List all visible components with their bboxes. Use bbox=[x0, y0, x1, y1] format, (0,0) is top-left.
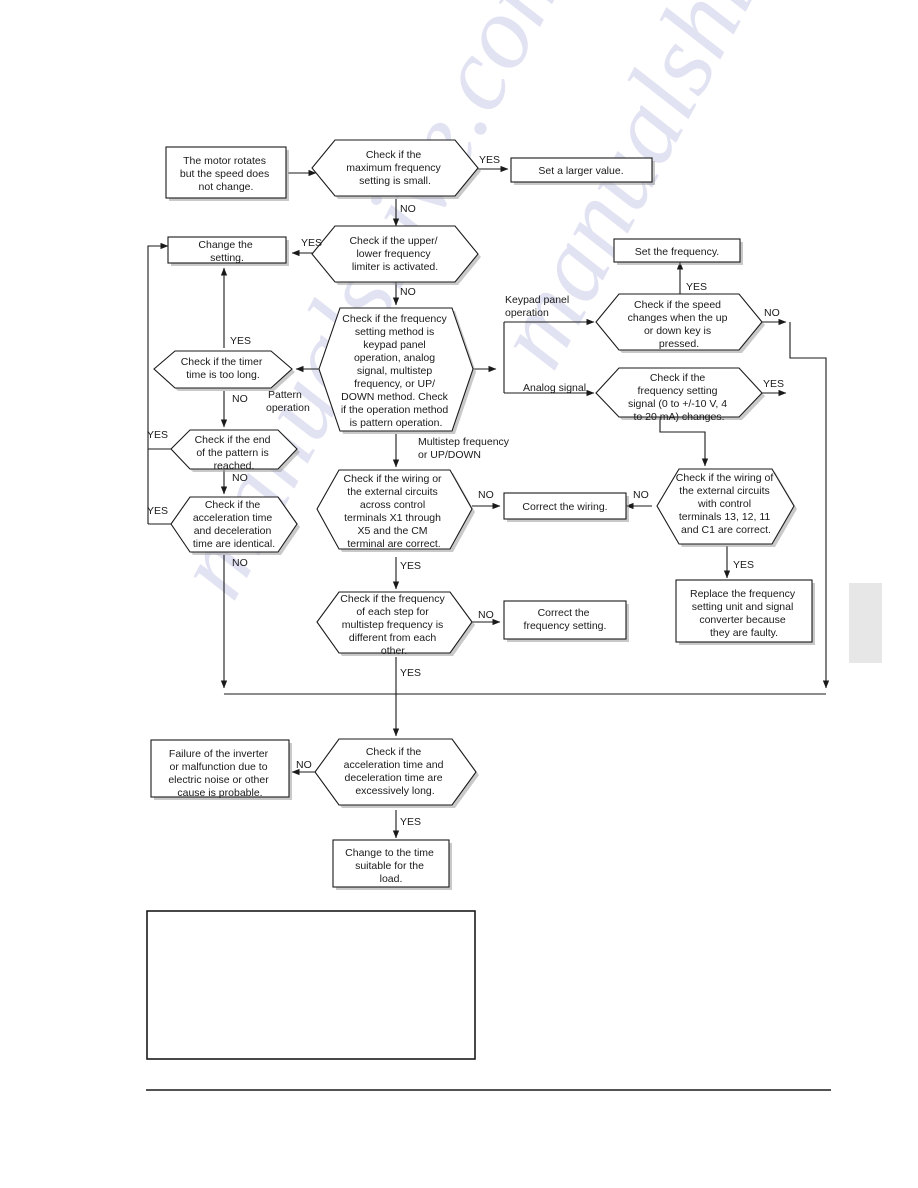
edge-label: Analog signal bbox=[523, 382, 586, 394]
node-text: Check if the upper/ lower frequency limi… bbox=[349, 235, 440, 273]
edge-label: NO bbox=[478, 489, 494, 501]
edge-label: NO bbox=[478, 609, 494, 621]
node-motor-rotates: The motor rotates but the speed does not… bbox=[165, 146, 289, 201]
edge-label: YES bbox=[479, 154, 500, 166]
node-change-setting: Change the setting. bbox=[167, 236, 289, 266]
node-inverter-failure: Failure of the inverter or malfunction d… bbox=[150, 739, 292, 800]
node-check-pattern-end: Check if the end of the pattern is reach… bbox=[170, 429, 300, 472]
edge-label: or UP/DOWN bbox=[418, 449, 481, 461]
node-check-speed-changes-keys: Check if the speed changes when the up o… bbox=[595, 293, 765, 353]
edge-label: operation bbox=[266, 402, 310, 414]
node-check-max-frequency: Check if the maximum frequency setting i… bbox=[311, 139, 481, 199]
node-check-accel-decel-identical: Check if the acceleration time and decel… bbox=[170, 496, 300, 555]
edge-label: Keypad panel bbox=[505, 294, 569, 306]
node-check-analog-signal: Check if the frequency setting signal (0… bbox=[595, 367, 765, 423]
notes-box bbox=[146, 910, 476, 1060]
node-check-timer-time: Check if the timer time is too long. bbox=[153, 350, 295, 391]
edge-label: NO bbox=[633, 489, 649, 501]
edge-label: NO bbox=[232, 557, 248, 569]
page-sheet: manualshive.com manualshive.com bbox=[0, 0, 918, 1188]
edge-label: YES bbox=[686, 281, 707, 293]
node-text: Correct the wiring. bbox=[522, 501, 607, 513]
node-text: Check if the timer time is too long. bbox=[181, 356, 266, 381]
edge-label: YES bbox=[230, 335, 251, 347]
node-check-wiring-terminals: Check if the wiring of the external circ… bbox=[656, 468, 797, 547]
node-text: Check if the acceleration time and decel… bbox=[193, 499, 275, 550]
node-check-multistep-freq: Check if the frequency of each step for … bbox=[316, 591, 475, 657]
edge-label: operation bbox=[505, 307, 549, 319]
node-text: Check if the wiring or the external circ… bbox=[344, 473, 445, 550]
node-set-frequency: Set the frequency. bbox=[613, 238, 743, 265]
edge-label: YES bbox=[147, 505, 168, 517]
node-replace-freq-unit: Replace the frequency setting unit and s… bbox=[675, 579, 815, 645]
edge-label: Pattern bbox=[268, 389, 302, 401]
edge-label: NO bbox=[232, 472, 248, 484]
edge-label: YES bbox=[400, 560, 421, 572]
edge-label: NO bbox=[296, 759, 312, 771]
edge-label: YES bbox=[400, 816, 421, 828]
edge-label: YES bbox=[301, 237, 322, 249]
edge-label: YES bbox=[400, 667, 421, 679]
edge-label: Multistep frequency bbox=[418, 436, 510, 448]
node-change-time: Change to the time suitable for the load… bbox=[332, 839, 452, 890]
edge-label: YES bbox=[763, 378, 784, 390]
node-text: Failure of the inverter or malfunction d… bbox=[168, 748, 271, 799]
node-text: Set the frequency. bbox=[635, 246, 719, 258]
node-text: Set a larger value. bbox=[538, 165, 623, 177]
flowchart-canvas: The motor rotates but the speed does not… bbox=[146, 139, 831, 1091]
edge-label: NO bbox=[400, 286, 416, 298]
node-correct-freq-setting: Correct the frequency setting. bbox=[503, 600, 629, 642]
node-check-wiring-x1-x5: Check if the wiring or the external circ… bbox=[316, 469, 475, 552]
node-check-accel-decel-long: Check if the acceleration time and decel… bbox=[314, 738, 479, 808]
node-correct-wiring: Correct the wiring. bbox=[503, 492, 629, 522]
edge-label: YES bbox=[733, 559, 754, 571]
node-check-freq-limiter: Check if the upper/ lower frequency limi… bbox=[311, 225, 481, 285]
edge-label: NO bbox=[764, 307, 780, 319]
edge-label: NO bbox=[400, 203, 416, 215]
edge-label: NO bbox=[232, 393, 248, 405]
node-check-setting-method: Check if the frequency setting method is… bbox=[318, 307, 476, 434]
node-text: Check if the frequency setting method is… bbox=[341, 313, 451, 429]
edge-label: YES bbox=[147, 429, 168, 441]
node-set-larger-value: Set a larger value. bbox=[510, 157, 655, 185]
